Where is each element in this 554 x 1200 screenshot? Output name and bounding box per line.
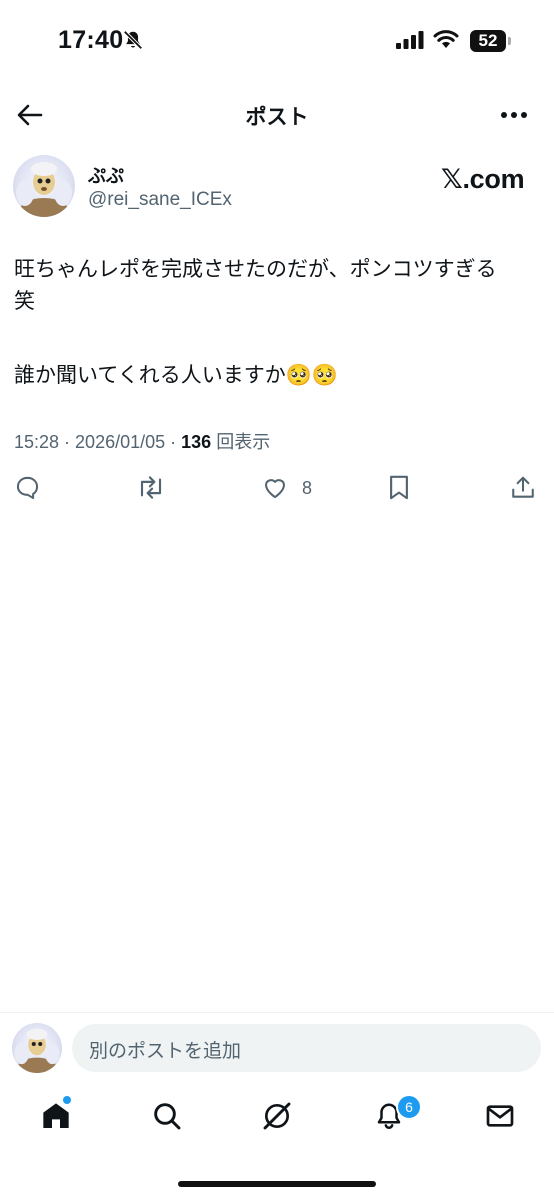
x-com-logo: 𝕏.com — [441, 164, 525, 194]
like-count: 8 — [302, 478, 313, 498]
post-date[interactable]: 2026/01/05 — [75, 432, 165, 452]
post-text-line: 笑 — [14, 290, 35, 313]
post-metadata: 15:28 · 2026/01/05 · 136 回表示 — [14, 428, 270, 454]
post-text-line: 旺ちゃんレポを完成させたのだが、ポンコツすぎる — [14, 258, 497, 281]
home-indicator[interactable] — [178, 1181, 376, 1187]
author-handle[interactable]: @rei_sane_ICEx — [88, 189, 232, 211]
messages-icon[interactable] — [484, 1100, 516, 1132]
reply-icon[interactable] — [14, 474, 41, 501]
cellular-signal-icon — [396, 31, 424, 49]
grok-icon[interactable] — [261, 1100, 293, 1132]
status-time: 17:40 — [58, 26, 124, 54]
more-options-icon[interactable] — [500, 111, 528, 119]
share-icon[interactable] — [510, 474, 536, 501]
meta-separator: · — [165, 432, 182, 452]
notification-badge: 6 — [396, 1094, 422, 1120]
silent-mode-icon — [122, 29, 144, 51]
views-label: 回表示 — [216, 432, 271, 452]
post-time[interactable]: 15:28 — [14, 432, 59, 452]
author-avatar[interactable] — [13, 155, 75, 217]
divider — [0, 1012, 554, 1013]
my-avatar[interactable] — [12, 1023, 62, 1073]
home-notification-dot — [63, 1096, 71, 1104]
search-icon[interactable] — [151, 1100, 183, 1132]
home-icon[interactable] — [40, 1100, 72, 1132]
author-name[interactable]: ぷぷ — [88, 162, 124, 188]
page-title: ポスト — [245, 106, 309, 129]
repost-icon[interactable] — [136, 474, 166, 501]
post-text-line: 誰か聞いてくれる人いますか🥺🥺 — [14, 364, 339, 387]
bookmark-icon[interactable] — [387, 474, 411, 501]
reply-placeholder: 別のポストを追加 — [89, 1041, 242, 1062]
views-count[interactable]: 136 — [181, 432, 211, 452]
meta-separator: · — [59, 432, 76, 452]
battery-cap — [508, 37, 511, 45]
wifi-icon — [433, 28, 459, 50]
back-arrow-icon[interactable] — [16, 101, 44, 129]
battery-indicator: 52 — [470, 30, 506, 52]
like-heart-icon[interactable] — [261, 474, 289, 501]
